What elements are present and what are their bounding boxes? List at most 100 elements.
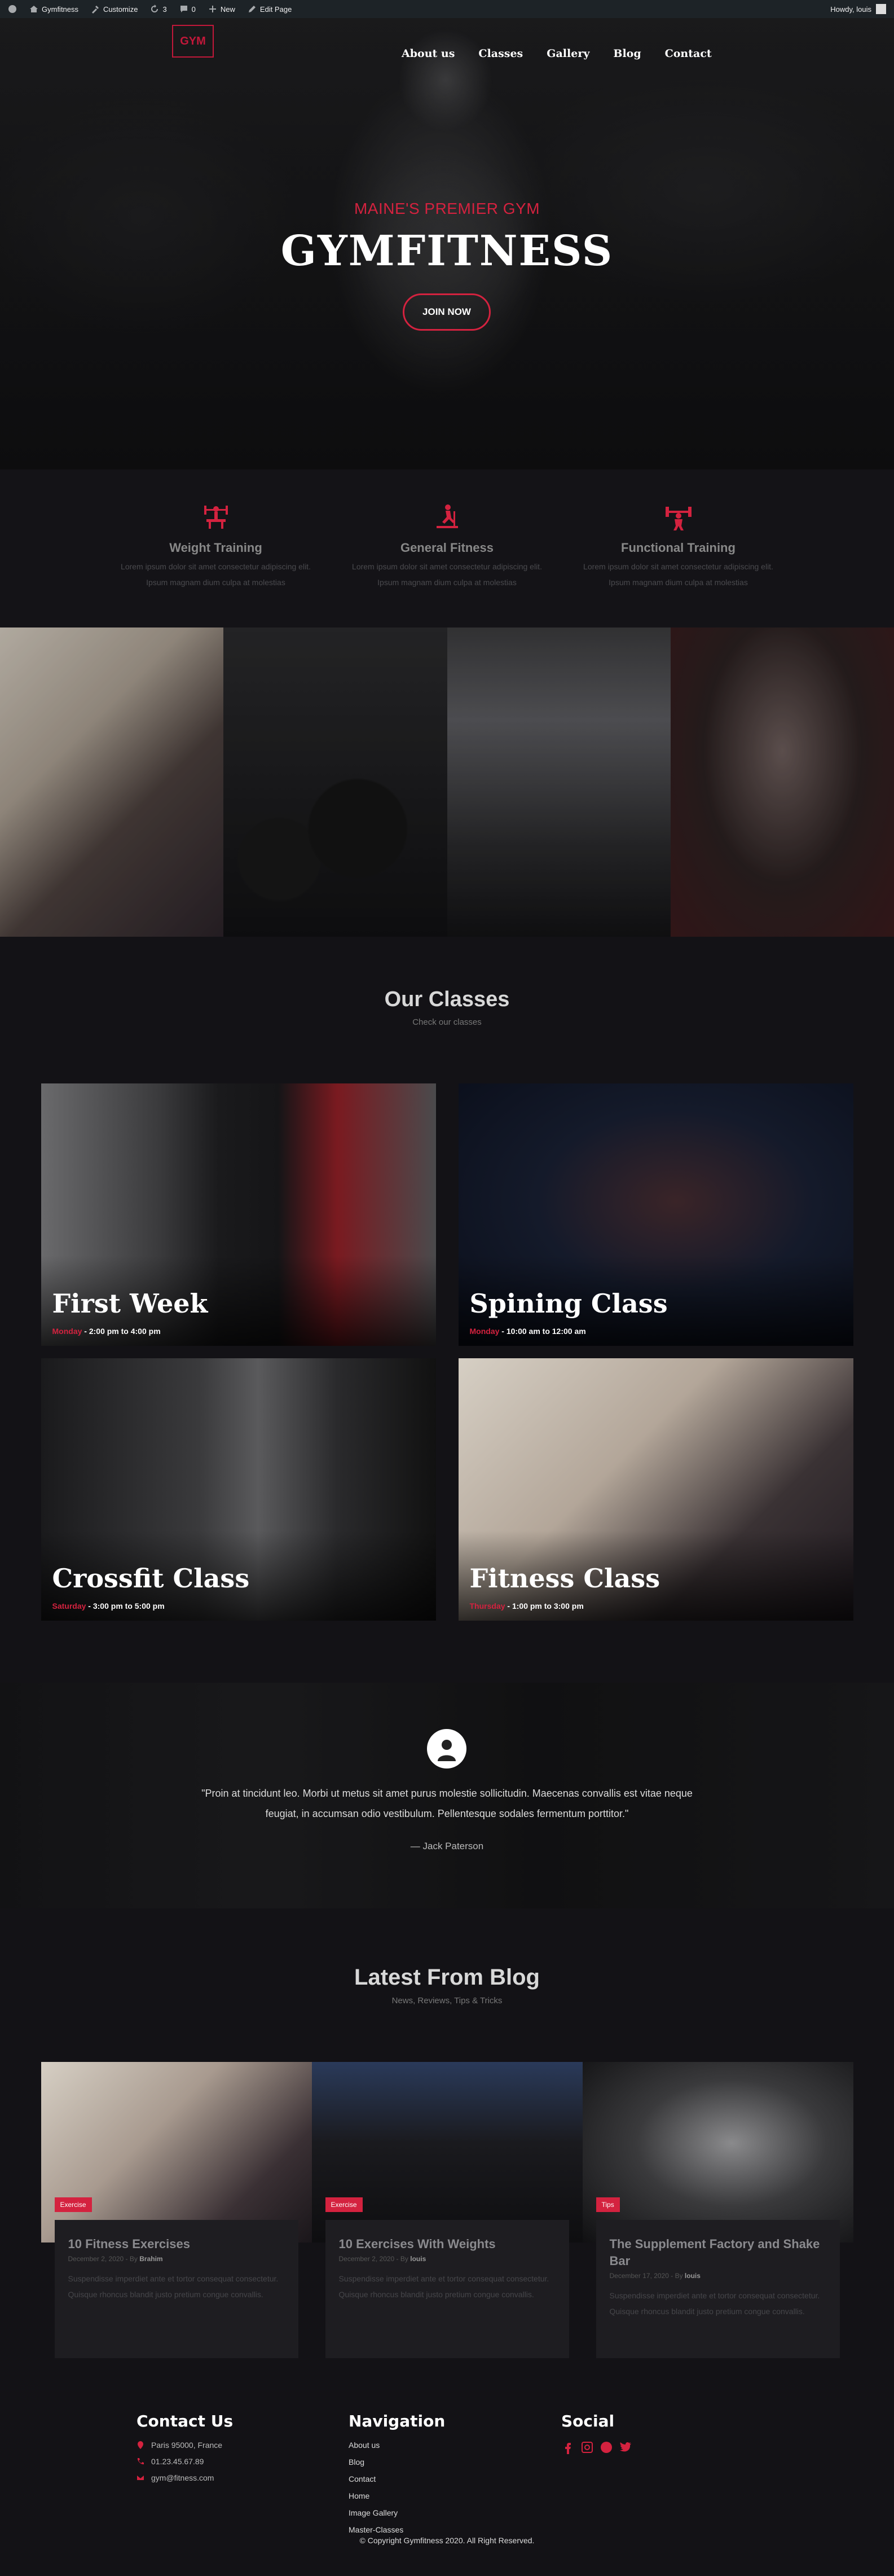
admin-customize-link[interactable]: Customize xyxy=(91,5,138,14)
footer-email[interactable]: gym@fitness.com xyxy=(136,2473,233,2482)
admin-bar: Gymfitness Customize 3 0 New Edit Page H… xyxy=(0,0,894,18)
class-card[interactable]: Spining Class Monday - 10:00 am to 12:00… xyxy=(458,1083,853,1346)
copyright: © Copyright Gymfitness 2020. All Right R… xyxy=(359,2536,535,2545)
footer-address: Paris 95000, France xyxy=(136,2441,233,2450)
classes-title: Our Classes xyxy=(384,988,510,1011)
footer-link-master-classes[interactable]: Master-Classes xyxy=(349,2525,445,2534)
footer-link-about-us[interactable]: About us xyxy=(349,2441,445,2450)
footer-social-title: Social xyxy=(561,2412,615,2430)
testimonial-author: — Jack Paterson xyxy=(410,1841,484,1851)
feature-title: General Fitness xyxy=(400,541,494,555)
envelope-icon xyxy=(137,2476,144,2480)
class-card[interactable]: First Week Monday - 2:00 pm to 4:00 pm xyxy=(41,1083,436,1346)
post-title[interactable]: 10 Fitness Exercises xyxy=(68,2236,285,2253)
testimonial-quote: "Proin at tincidunt leo. Morbi ut metus … xyxy=(201,1788,693,1819)
brush-icon xyxy=(92,6,99,14)
feature-title: Functional Training xyxy=(621,541,736,555)
footer-contact: Contact Us Paris 95000, France 01.23.45.… xyxy=(136,2412,233,2490)
gallery-strip xyxy=(0,627,894,937)
feature-functional-training: Functional Training Lorem ipsum dolor si… xyxy=(563,503,794,627)
nav-blog[interactable]: Blog xyxy=(613,47,641,60)
class-schedule: Thursday - 1:00 pm to 3:00 pm xyxy=(469,1601,584,1610)
facebook-icon[interactable] xyxy=(561,2441,575,2454)
footer-link-contact[interactable]: Contact xyxy=(349,2474,445,2483)
social-links xyxy=(561,2441,632,2454)
nav-about-us[interactable]: About us xyxy=(402,47,455,60)
footer-navigation: Navigation About us Blog Contact Home Im… xyxy=(349,2412,445,2542)
post-body: Exercise 10 Fitness Exercises December 2… xyxy=(54,2197,298,2358)
blog-post[interactable]: Tips The Supplement Factory and Shake Ba… xyxy=(582,2062,853,2372)
hero-section: GYM About us Classes Gallery Blog Contac… xyxy=(0,18,894,469)
class-name: Crossfit Class xyxy=(52,1563,250,1594)
person-icon xyxy=(438,1740,456,1761)
main-navigation: GYM About us Classes Gallery Blog Contac… xyxy=(0,18,894,74)
admin-edit-link[interactable]: Edit Page xyxy=(248,5,292,14)
nav-classes[interactable]: Classes xyxy=(478,47,523,60)
classes-grid: First Week Monday - 2:00 pm to 4:00 pm S… xyxy=(41,1083,853,1621)
post-meta: December 17, 2020 - By louis xyxy=(609,2272,701,2280)
plus-icon xyxy=(209,6,216,12)
comment-icon xyxy=(180,6,187,12)
footer-link-home[interactable]: Home xyxy=(349,2491,445,2500)
class-schedule: Monday - 2:00 pm to 4:00 pm xyxy=(52,1327,161,1336)
join-now-button[interactable]: JOIN NOW xyxy=(403,293,491,331)
gallery-image[interactable] xyxy=(670,627,894,937)
hero-title: GYMFITNESS xyxy=(280,227,614,275)
post-image[interactable] xyxy=(311,2062,583,2243)
gallery-image[interactable] xyxy=(447,627,671,937)
admin-customize-label: Customize xyxy=(103,5,138,14)
post-category[interactable]: Exercise xyxy=(54,2197,92,2212)
footer-link-blog[interactable]: Blog xyxy=(349,2457,445,2467)
footer-link-image-gallery[interactable]: Image Gallery xyxy=(349,2508,445,2517)
class-card[interactable]: Crossfit Class Saturday - 3:00 pm to 5:0… xyxy=(41,1358,436,1621)
class-card[interactable]: Fitness Class Thursday - 1:00 pm to 3:00… xyxy=(458,1358,853,1621)
testimonial-avatar xyxy=(427,1729,466,1768)
testimonial-section: "Proin at tincidunt leo. Morbi ut metus … xyxy=(0,1683,894,1908)
admin-comments-count: 0 xyxy=(191,5,196,14)
admin-account[interactable]: Howdy, louis xyxy=(830,0,886,18)
class-schedule: Saturday - 3:00 pm to 5:00 pm xyxy=(52,1601,165,1610)
instagram-icon[interactable] xyxy=(580,2441,594,2454)
post-excerpt: Suspendisse imperdiet ante et tortor con… xyxy=(609,2291,820,2316)
footer-phone[interactable]: 01.23.45.67.89 xyxy=(136,2457,233,2466)
feature-weight-training: Weight Training Lorem ipsum dolor sit am… xyxy=(100,503,332,627)
footer-social: Social xyxy=(561,2412,632,2454)
admin-site-name: Gymfitness xyxy=(42,5,79,14)
admin-updates-link[interactable]: 3 xyxy=(150,5,167,14)
nav-contact[interactable]: Contact xyxy=(665,47,712,60)
post-category[interactable]: Exercise xyxy=(325,2197,363,2212)
location-icon xyxy=(138,2441,143,2449)
twitter-icon[interactable] xyxy=(619,2441,632,2454)
post-image[interactable] xyxy=(582,2062,853,2243)
post-excerpt: Suspendisse imperdiet ante et tortor con… xyxy=(68,2274,279,2299)
post-title[interactable]: 10 Exercises With Weights xyxy=(339,2236,556,2253)
site-logo[interactable]: GYM xyxy=(172,25,214,58)
nav-gallery[interactable]: Gallery xyxy=(547,47,589,60)
classes-section: Our Classes Check our classes First Week… xyxy=(0,937,894,1683)
post-excerpt: Suspendisse imperdiet ante et tortor con… xyxy=(338,2274,549,2299)
admin-site-link[interactable]: Gymfitness xyxy=(29,5,78,14)
updates-icon xyxy=(151,5,158,12)
class-schedule: Monday - 10:00 am to 12:00 am xyxy=(469,1327,586,1336)
blog-post[interactable]: Exercise 10 Exercises With Weights Decem… xyxy=(311,2062,583,2372)
post-title[interactable]: The Supplement Factory and Shake Bar xyxy=(610,2236,826,2270)
feature-title: Weight Training xyxy=(169,541,262,555)
snapchat-icon[interactable] xyxy=(600,2441,613,2454)
footer-nav-title: Navigation xyxy=(349,2412,446,2430)
wordpress-logo[interactable] xyxy=(8,5,17,14)
logo-text: GYM xyxy=(180,34,206,47)
blog-post[interactable]: Exercise 10 Fitness Exercises December 2… xyxy=(41,2062,312,2372)
feature-text: Lorem ipsum dolor sit amet consectetur a… xyxy=(352,562,542,587)
admin-comments-link[interactable]: 0 xyxy=(179,5,196,14)
hero-subtitle: MAINE'S PREMIER GYM xyxy=(354,200,540,217)
admin-new-link[interactable]: New xyxy=(208,5,235,14)
home-icon xyxy=(30,6,38,12)
post-meta: December 2, 2020 - By louis xyxy=(338,2255,426,2263)
blog-section: Latest From Blog News, Reviews, Tips & T… xyxy=(0,1908,894,2395)
gallery-image[interactable] xyxy=(223,627,447,937)
post-body: Tips The Supplement Factory and Shake Ba… xyxy=(596,2197,840,2358)
post-image[interactable] xyxy=(41,2062,312,2243)
footer-contact-title: Contact Us xyxy=(136,2412,234,2430)
gallery-image[interactable] xyxy=(0,627,224,937)
post-category[interactable]: Tips xyxy=(596,2197,620,2212)
